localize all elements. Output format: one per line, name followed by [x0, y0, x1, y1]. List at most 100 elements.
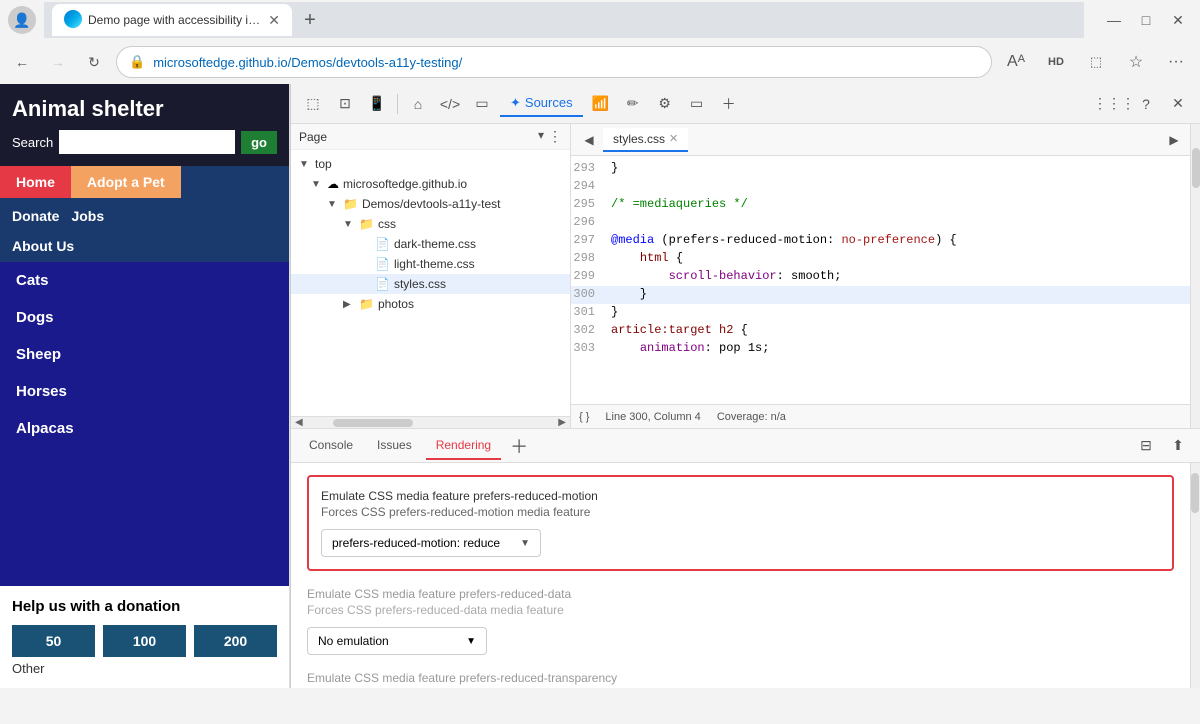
scroll-right-arrow[interactable]: ▶ [558, 417, 566, 428]
tab-rendering[interactable]: Rendering [426, 432, 501, 460]
rendering-select-2[interactable]: No emulation ▼ [307, 627, 487, 655]
bottom-scrollbar[interactable] [1190, 463, 1200, 688]
devtools-window-btn[interactable]: ▭ [683, 90, 711, 118]
search-input[interactable] [59, 130, 235, 154]
tree-item-dark-css[interactable]: ▶ 📄 dark-theme.css [291, 234, 570, 254]
animal-alpacas[interactable]: Alpacas [0, 410, 289, 447]
line-num-293: 293 [571, 161, 607, 177]
animal-dogs[interactable]: Dogs [0, 299, 289, 336]
read-aloud-btn[interactable]: Aᴬ [1000, 46, 1032, 78]
rendering-select-value-2: No emulation [318, 634, 389, 648]
url-text: microsoftedge.github.io/Demos/devtools-a… [153, 55, 462, 70]
bottom-panel: Console Issues Rendering ＋ ⊟ ⬆ [291, 428, 1200, 688]
minimize-btn[interactable]: — [1100, 6, 1128, 34]
animal-cats[interactable]: Cats [0, 262, 289, 299]
tab-issues[interactable]: Issues [367, 432, 422, 460]
devtools-sources-tab[interactable]: ✦ Sources [500, 91, 583, 117]
devtools-help-btn[interactable]: ? [1132, 90, 1160, 118]
devtools-wifi-btn[interactable]: 📶 [587, 90, 615, 118]
tree-item-styles-css[interactable]: ▶ 📄 styles.css [291, 274, 570, 294]
page-panel-title: Page [299, 130, 327, 144]
rendering-section-3: Emulate CSS media feature prefers-reduce… [307, 671, 1174, 685]
dock-btn[interactable]: ⊟ [1132, 432, 1160, 460]
scrollbar-thumb[interactable] [1192, 148, 1200, 188]
devtools-inspect-btn[interactable]: ⊡ [331, 90, 359, 118]
add-panel-btn[interactable]: ＋ [505, 432, 533, 460]
immersive-reader-btn[interactable]: HD [1040, 46, 1072, 78]
maximize-btn[interactable]: □ [1132, 6, 1160, 34]
tree-item-photos-folder[interactable]: ▶ 📁 photos [291, 294, 570, 314]
animal-horses[interactable]: Horses [0, 373, 289, 410]
rendering-select-1[interactable]: prefers-reduced-motion: reduce ▼ [321, 529, 541, 557]
devtools-settings-btn[interactable]: ⚙ [651, 90, 679, 118]
devtools-mobile-btn[interactable]: ▭ [468, 90, 496, 118]
close-btn[interactable]: ✕ [1164, 6, 1192, 34]
animal-sheep[interactable]: Sheep [0, 336, 289, 373]
code-tab-close[interactable]: ✕ [669, 132, 678, 145]
back-btn[interactable]: ← [8, 48, 36, 76]
donation-other-text: Other [12, 661, 277, 676]
code-back-btn[interactable]: ◀ [575, 126, 603, 154]
refresh-btn[interactable]: ↻ [80, 48, 108, 76]
page-panel-dropdown[interactable]: ▾ [538, 128, 544, 145]
tree-item-top[interactable]: ▼ top [291, 154, 570, 174]
scroll-left-arrow[interactable]: ◀ [295, 417, 303, 428]
star-btn[interactable]: ☆ [1120, 46, 1152, 78]
devtools-plus-btn[interactable]: ＋ [715, 90, 743, 118]
tree-icon-cloud: ☁ [327, 177, 339, 191]
code-right-scrollbar[interactable] [1190, 124, 1200, 428]
browser-window: 👤 Demo page with accessibility issu ✕ + … [0, 0, 1200, 724]
tree-icon-folder-photos: 📁 [359, 297, 374, 311]
new-tab-btn[interactable]: + [294, 4, 326, 36]
bottom-scroll-thumb[interactable] [1191, 473, 1199, 513]
line-content-303: animation: pop 1s; [607, 341, 1190, 357]
url-base: microsoftedge.github.io [153, 55, 287, 70]
donation-200-btn[interactable]: 200 [194, 625, 277, 657]
tab-console[interactable]: Console [299, 432, 363, 460]
line-content-295: /* =mediaqueries */ [607, 197, 1190, 213]
nav-jobs-link[interactable]: Jobs [71, 204, 116, 228]
nav-home-btn[interactable]: Home [0, 166, 71, 198]
scroll-thumb[interactable] [333, 419, 413, 427]
website-panel: Animal shelter Search go Home Adopt a Pe… [0, 84, 290, 688]
devtools-cursor-btn[interactable]: ⬚ [299, 90, 327, 118]
devtools-panel: ⬚ ⊡ 📱 ⌂ </> ▭ ✦ Sources 📶 ✏ ⚙ ▭ ＋ ⋮⋮⋮ [290, 84, 1200, 688]
devtools-code-btn[interactable]: </> [436, 90, 464, 118]
rendering-label-2: Emulate CSS media feature prefers-reduce… [307, 587, 1174, 601]
favorites-btn[interactable]: ⬚ [1080, 46, 1112, 78]
devtools-home-btn[interactable]: ⌂ [404, 90, 432, 118]
page-panel-more[interactable]: ⋮ [548, 128, 562, 145]
nav-about-link[interactable]: About Us [12, 238, 277, 254]
sources-label: Sources [525, 95, 573, 110]
tree-item-domain[interactable]: ▼ ☁ microsoftedge.github.io [291, 174, 570, 194]
active-tab[interactable]: Demo page with accessibility issu ✕ [52, 4, 292, 36]
line-num-301: 301 [571, 305, 607, 321]
devtools-device-btn[interactable]: 📱 [363, 90, 391, 118]
url-bar[interactable]: 🔒 microsoftedge.github.io/Demos/devtools… [116, 46, 992, 78]
code-tab-styles[interactable]: styles.css ✕ [603, 128, 688, 152]
line-content-297: @media (prefers-reduced-motion: no-prefe… [607, 233, 1190, 249]
tree-icon-dark-css: 📄 [375, 237, 390, 251]
nav-donate-link[interactable]: Donate [12, 204, 71, 228]
tree-horizontal-scrollbar[interactable]: ◀ ▶ [291, 416, 570, 428]
more-btn[interactable]: ··· [1160, 46, 1192, 78]
tree-item-demos[interactable]: ▼ 📁 Demos/devtools-a11y-test [291, 194, 570, 214]
donation-100-btn[interactable]: 100 [103, 625, 186, 657]
rendering-content: Emulate CSS media feature prefers-reduce… [291, 463, 1190, 688]
select-arrow-2: ▼ [466, 636, 476, 647]
select-arrow-1: ▼ [520, 538, 530, 549]
tab-close-btn[interactable]: ✕ [268, 12, 280, 29]
devtools-overflow-btn[interactable]: ⋮⋮⋮ [1100, 90, 1128, 118]
code-nav-right[interactable]: ▶ [1162, 128, 1186, 152]
tree-item-css-folder[interactable]: ▼ 📁 css [291, 214, 570, 234]
close-panel-btn[interactable]: ⬆ [1164, 432, 1192, 460]
devtools-close-btn[interactable]: ✕ [1164, 90, 1192, 118]
site-nav: Home Adopt a Pet Donate Jobs About Us [0, 166, 289, 262]
code-line-295: 295 /* =mediaqueries */ [571, 196, 1190, 214]
nav-adopt-btn[interactable]: Adopt a Pet [71, 166, 181, 198]
donation-50-btn[interactable]: 50 [12, 625, 95, 657]
tree-item-light-css[interactable]: ▶ 📄 light-theme.css [291, 254, 570, 274]
devtools-pen-btn[interactable]: ✏ [619, 90, 647, 118]
line-num-297: 297 [571, 233, 607, 249]
search-btn[interactable]: go [241, 131, 277, 154]
